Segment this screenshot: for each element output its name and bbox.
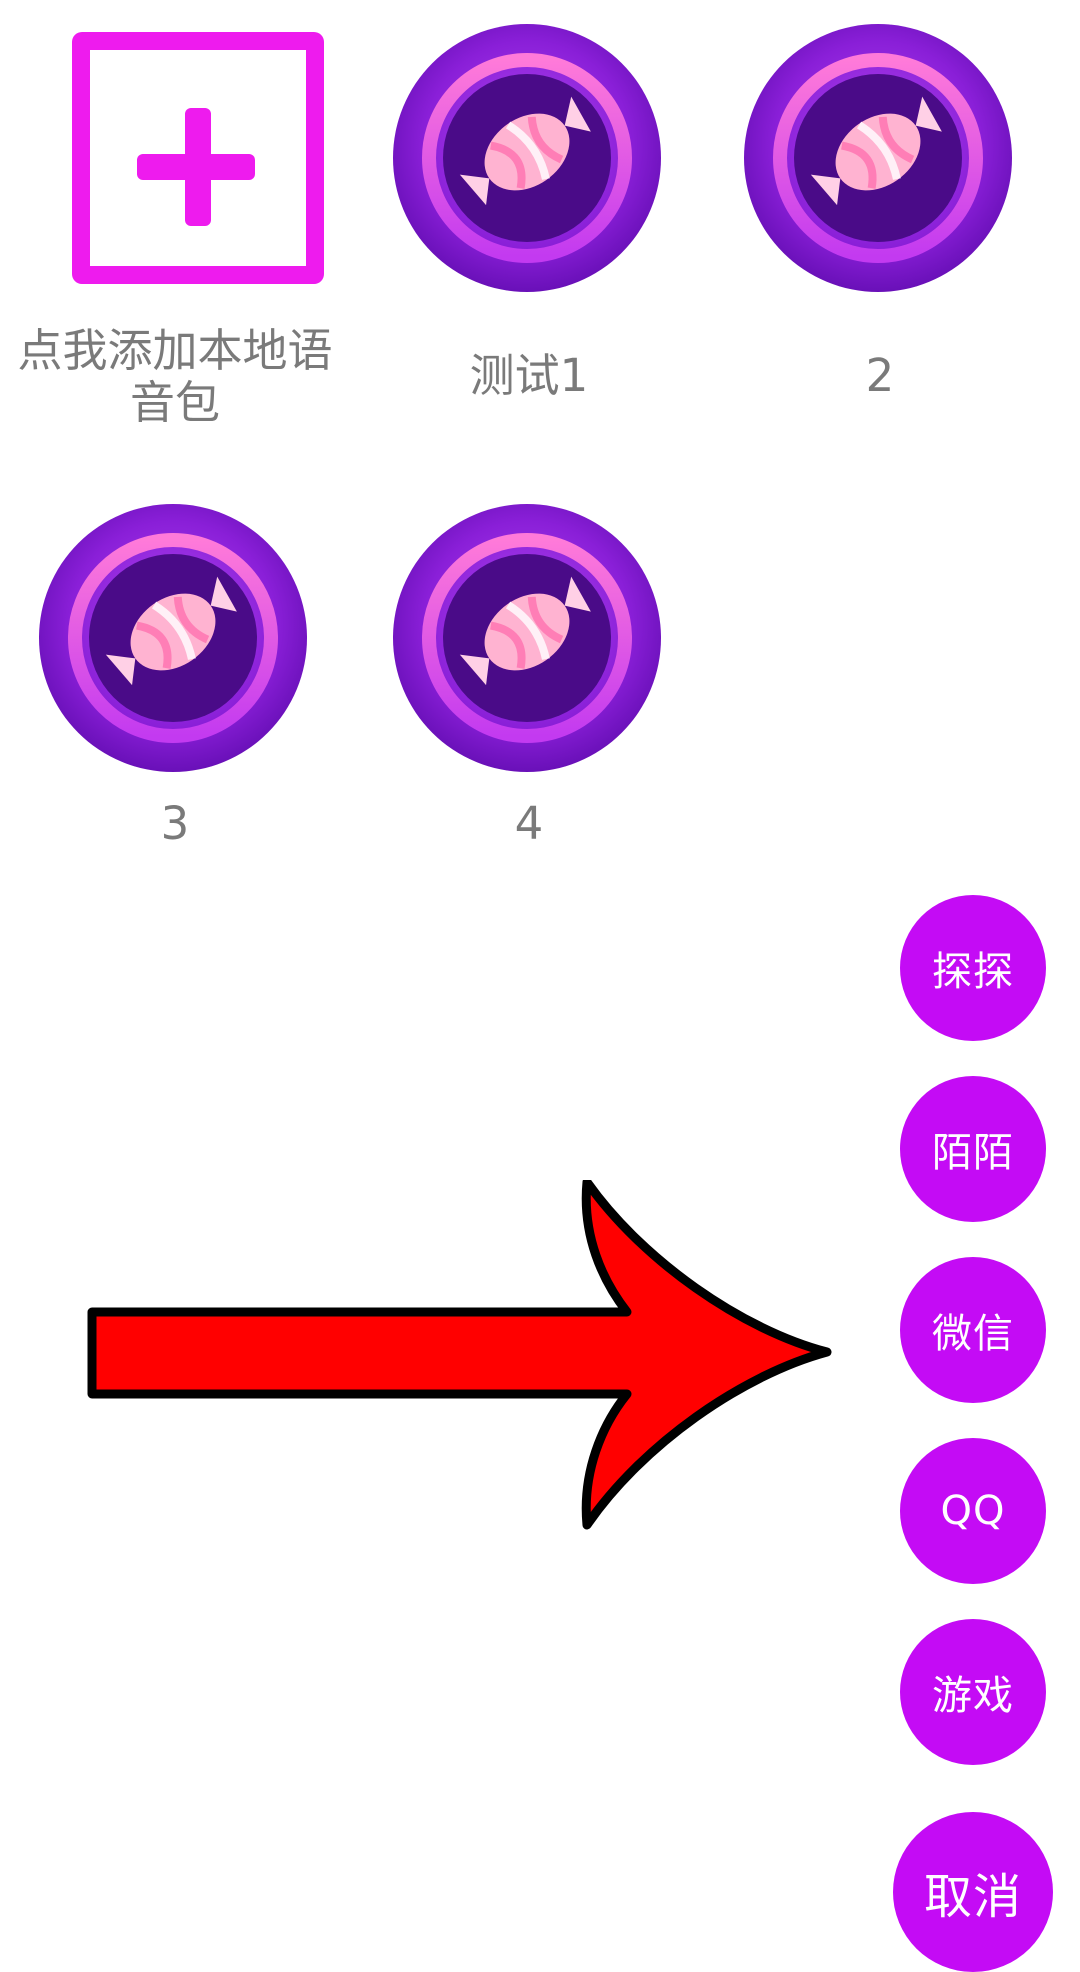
- menu-item-wechat[interactable]: 微信: [900, 1257, 1046, 1403]
- menu-item-tantan[interactable]: 探探: [900, 895, 1046, 1041]
- plus-horizontal-bar: [137, 154, 255, 180]
- candy-disc-icon: [393, 24, 661, 292]
- add-local-voice-pack-label: 点我添加本地语音包: [17, 324, 333, 429]
- menu-item-games[interactable]: 游戏: [900, 1619, 1046, 1765]
- cancel-button[interactable]: 取消: [893, 1812, 1053, 1972]
- plus-square-icon: [72, 32, 324, 284]
- voice-pack-name: 2: [865, 349, 895, 402]
- voice-pack-name: 4: [514, 797, 544, 850]
- voice-pack-name: 3: [160, 797, 190, 850]
- menu-item-qq[interactable]: QQ: [900, 1438, 1046, 1584]
- red-arrow-right-icon: [87, 1180, 832, 1530]
- voice-pack-name: 测试1: [469, 349, 589, 402]
- candy-disc-icon: [39, 504, 307, 772]
- menu-item-momo[interactable]: 陌陌: [900, 1076, 1046, 1222]
- candy-disc-icon: [744, 24, 1012, 292]
- candy-disc-icon: [393, 504, 661, 772]
